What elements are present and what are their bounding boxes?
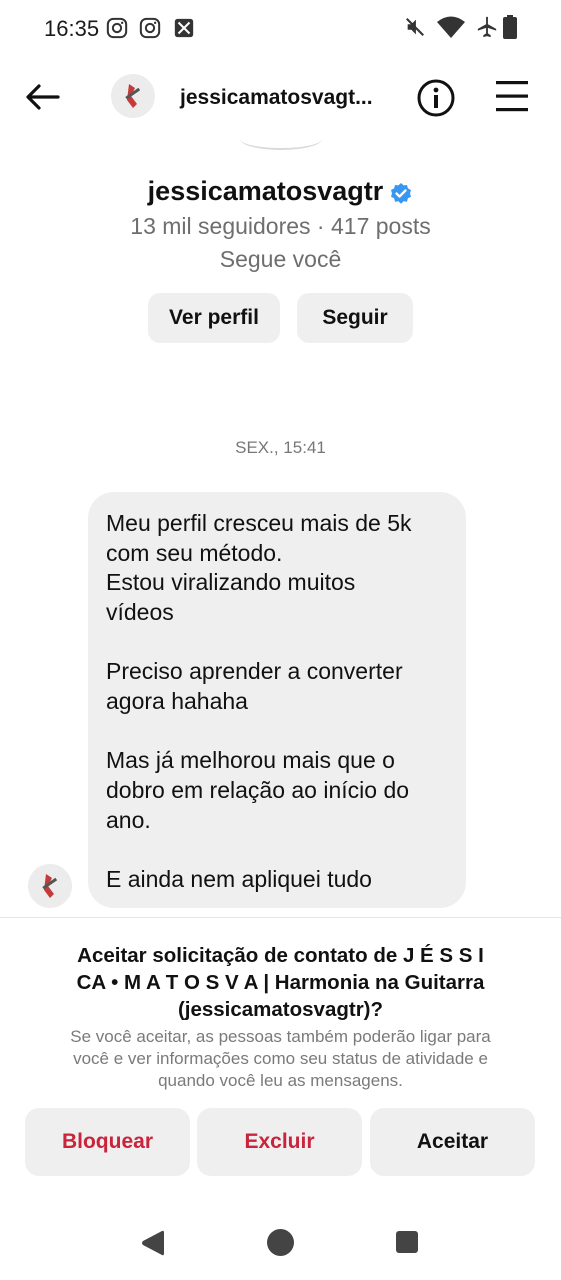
profile-stats: 13 mil seguidores · 417 posts xyxy=(130,213,431,239)
profile-name: jessicamatosvagtr xyxy=(0,176,561,207)
arrow-left-icon[interactable] xyxy=(22,76,64,118)
avatar-image xyxy=(111,74,155,118)
request-title: Aceitar solicitação de contato de J É S … xyxy=(30,942,531,1023)
request-title-line: (jessicamatosvagtr)? xyxy=(177,998,384,1021)
request-description-line: quando você leu as mensagens. xyxy=(158,1071,403,1090)
profile-name-text: jessicamatosvagtr xyxy=(147,176,384,206)
chat-username[interactable]: jessicamatosvagt... xyxy=(180,86,373,110)
sender-avatar[interactable] xyxy=(28,864,72,908)
photo-x-icon xyxy=(174,18,194,38)
divider xyxy=(0,917,561,918)
message-timestamp: SEX., 15:41 xyxy=(235,438,326,457)
back-triangle-icon[interactable] xyxy=(139,1228,165,1258)
follow-button[interactable]: Seguir xyxy=(297,293,413,343)
accept-button[interactable]: Aceitar xyxy=(370,1108,535,1176)
delete-button[interactable]: Excluir xyxy=(197,1108,362,1176)
mute-icon xyxy=(406,18,424,36)
info-icon[interactable] xyxy=(416,78,456,118)
message-line: E ainda nem apliquei tudo xyxy=(106,866,372,892)
menu-icon[interactable] xyxy=(494,78,530,114)
instagram-icon xyxy=(139,17,161,39)
airplane-icon xyxy=(477,16,497,38)
avatar-image xyxy=(28,864,72,908)
verified-badge-icon xyxy=(391,182,412,204)
message-line: Preciso aprender a converter xyxy=(106,658,403,684)
message-line: dobro em relação ao início do xyxy=(106,777,410,803)
message-line: vídeos xyxy=(106,599,174,625)
request-title-line: CA • M A T O S V A | Harmonia na Guitarr… xyxy=(76,971,485,994)
request-description-line: você e ver informações como seu status d… xyxy=(73,1049,488,1068)
avatar[interactable] xyxy=(111,74,155,118)
message-line: ano. xyxy=(106,807,151,833)
request-description: Se você aceitar, as pessoas também poder… xyxy=(30,1026,531,1092)
request-description-line: Se você aceitar, as pessoas também poder… xyxy=(70,1027,491,1046)
request-title-line: Aceitar solicitação de contato de J É S … xyxy=(77,944,484,967)
wifi-icon xyxy=(437,16,465,38)
home-circle-icon[interactable] xyxy=(267,1229,294,1256)
view-profile-button[interactable]: Ver perfil xyxy=(148,293,280,343)
message-line: Mas já melhorou mais que o xyxy=(106,747,395,773)
recents-square-icon[interactable] xyxy=(396,1231,418,1253)
message-line: com seu método. xyxy=(106,540,283,566)
instagram-icon xyxy=(106,17,128,39)
message-line: agora hahaha xyxy=(106,688,248,714)
profile-picture-edge xyxy=(240,128,322,150)
status-time: 16:35 xyxy=(44,16,100,41)
message-line: Meu perfil cresceu mais de 5k xyxy=(106,510,412,536)
battery-icon xyxy=(503,15,517,39)
follows-you-label: Segue você xyxy=(219,246,342,272)
message-line: Estou viralizando muitos xyxy=(106,569,356,595)
block-button[interactable]: Bloquear xyxy=(25,1108,190,1176)
